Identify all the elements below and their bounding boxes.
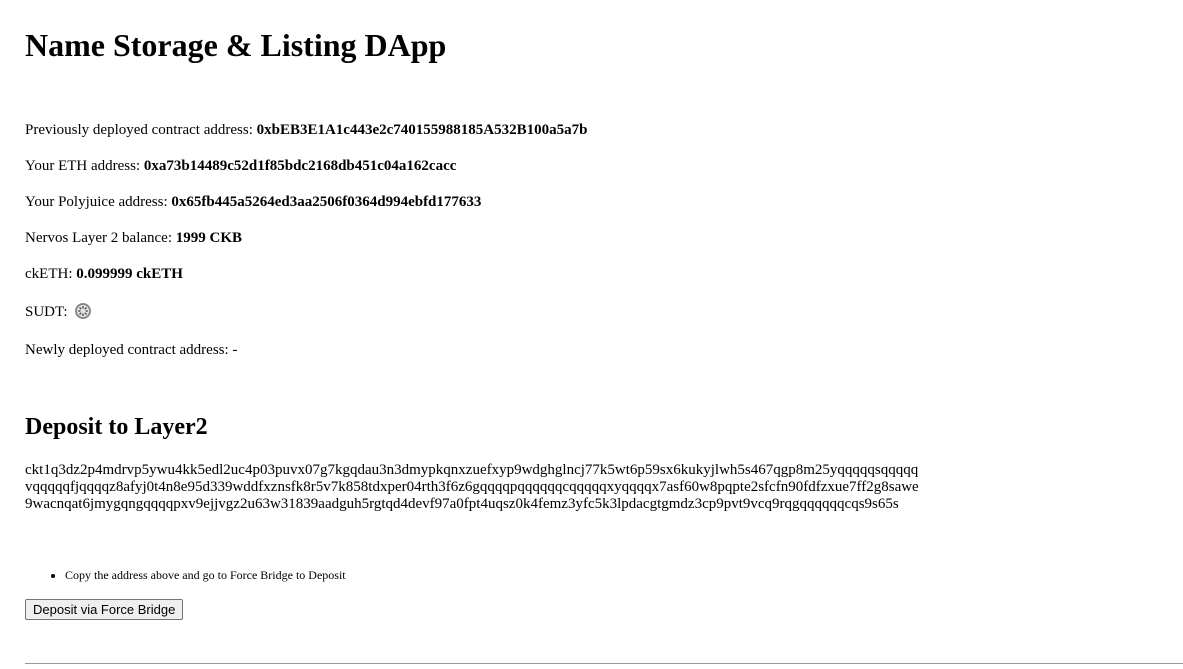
- cketh-balance-row: ckETH: 0.099999 ckETH: [25, 265, 183, 283]
- layer2-balance-value: 1999 CKB: [175, 230, 243, 246]
- deposit-address-line-3: 9wacnqat6jmygqngqqqqpxv9ejjvgz2u63w31839…: [25, 496, 899, 512]
- previous-contract-address: 0xbEB3E1A1c443e2c740155988185A532B100a5a…: [256, 122, 588, 138]
- polyjuice-address-row: Your Polyjuice address: 0x65fb445a5264ed…: [25, 193, 481, 211]
- deposit-hint-list: Copy the address above and go to Force B…: [25, 567, 346, 583]
- cketh-value: 0.099999 ckETH: [76, 266, 183, 282]
- new-contract-row: Newly deployed contract address: -: [25, 341, 237, 359]
- loading-spinner-icon: [75, 303, 92, 319]
- eth-address-row: Your ETH address: 0xa73b14489c52d1f85bdc…: [25, 157, 456, 175]
- new-contract-value: -: [232, 342, 238, 358]
- previous-contract-label: Previously deployed contract address:: [25, 122, 257, 138]
- deposit-section-title: Deposit to Layer2: [25, 414, 208, 440]
- deposit-via-force-bridge-button[interactable]: Deposit via Force Bridge: [25, 599, 184, 620]
- layer2-balance-row: Nervos Layer 2 balance: 1999 CKB: [25, 229, 242, 247]
- page-title: Name Storage & Listing DApp: [25, 27, 447, 63]
- eth-address-label: Your ETH address:: [25, 158, 144, 174]
- deposit-address-line-2: vqqqqqfjqqqqz8afyj0t4n8e95d339wddfxznsfk…: [25, 479, 919, 495]
- cketh-label: ckETH:: [25, 266, 77, 282]
- polyjuice-address-value: 0x65fb445a5264ed3aa2506f0364d994ebfd1776…: [171, 194, 482, 210]
- dapp-page: Name Storage & Listing DApp Previously d…: [0, 0, 1183, 669]
- sudt-label: SUDT:: [25, 304, 72, 320]
- eth-address-value: 0xa73b14489c52d1f85bdc2168db451c04a162ca…: [143, 158, 457, 174]
- previous-contract-row: Previously deployed contract address: 0x…: [25, 121, 587, 139]
- sudt-balance-row: SUDT:: [25, 303, 92, 321]
- polyjuice-address-label: Your Polyjuice address:: [25, 194, 172, 210]
- deposit-address-line-1: ckt1q3dz2p4mdrvp5ywu4kk5edl2uc4p03puvx07…: [25, 462, 919, 478]
- divider: [25, 663, 1183, 664]
- deposit-hint-item: Copy the address above and go to Force B…: [65, 567, 346, 583]
- layer2-balance-label: Nervos Layer 2 balance:: [25, 230, 176, 246]
- layer2-deposit-address[interactable]: ckt1q3dz2p4mdrvp5ywu4kk5edl2uc4p03puvx07…: [25, 462, 990, 513]
- new-contract-label: Newly deployed contract address:: [25, 342, 233, 358]
